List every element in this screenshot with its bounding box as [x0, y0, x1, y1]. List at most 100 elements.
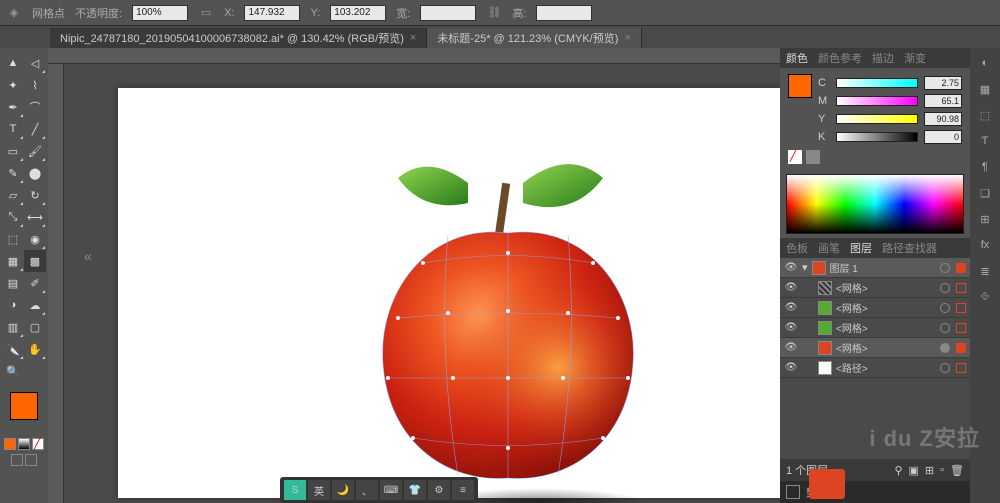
target-icon[interactable] [940, 303, 950, 313]
layer-item[interactable]: 👁<网格> [780, 338, 970, 358]
target-icon[interactable] [940, 323, 950, 333]
artboard-tool[interactable]: ▢ [24, 316, 46, 338]
paintbrush-tool[interactable]: 🖌 [24, 140, 46, 162]
zoom-tool[interactable]: 🔍 [2, 360, 24, 382]
tab-color-guide[interactable]: 颜色参考 [818, 50, 862, 66]
layer-item[interactable]: 👁<网格> [780, 278, 970, 298]
blend-tool[interactable]: ◑ [2, 294, 24, 316]
type-tool[interactable]: T [2, 118, 24, 140]
disclosure-icon[interactable]: ▾ [802, 261, 808, 274]
panel-icon[interactable]: ◐ [976, 54, 994, 72]
y-input[interactable] [924, 112, 962, 126]
pen-tool[interactable]: ✒ [2, 96, 24, 118]
tab-pathfinder[interactable]: 路径查找器 [882, 240, 937, 256]
panel-icon[interactable]: ⬚ [976, 106, 994, 124]
link-wh-icon[interactable]: ⛓ [486, 5, 502, 21]
c-input[interactable] [924, 76, 962, 90]
visibility-icon[interactable]: 👁 [784, 261, 798, 275]
panel-icon[interactable]: ▦ [976, 80, 994, 98]
target-icon[interactable] [940, 283, 950, 293]
blob-tool[interactable]: ⬤ [24, 162, 46, 184]
k-slider[interactable] [836, 132, 918, 142]
h-input[interactable] [536, 5, 592, 21]
close-icon[interactable]: × [410, 32, 416, 44]
m-slider[interactable] [836, 96, 918, 106]
preview-thumb[interactable] [809, 469, 845, 499]
y-input[interactable] [330, 5, 386, 21]
tab-document-2[interactable]: 未标题-25* @ 121.23% (CMYK/预览)× [427, 28, 642, 48]
locate-icon[interactable]: ⚲ [894, 464, 902, 477]
fill-stroke-swatch[interactable]: ╱ [2, 388, 46, 468]
none-mode-icon[interactable]: ╱ [32, 438, 44, 450]
none-swatch[interactable]: ╱ [788, 150, 802, 164]
tab-swatches[interactable]: 色板 [786, 240, 808, 256]
rotate-tool[interactable]: ↻ [24, 184, 46, 206]
w-input[interactable] [420, 5, 476, 21]
ime-punct-icon[interactable]: 🌙 [332, 480, 354, 500]
ime-lang[interactable]: 英 [308, 480, 330, 500]
draw-mode-icon[interactable] [25, 454, 37, 466]
screen-mode-icon[interactable] [11, 454, 23, 466]
width-tool[interactable]: ⟷ [24, 206, 46, 228]
panel-icon[interactable]: ⊞ [976, 210, 994, 228]
lasso-tool[interactable]: ⌇ [24, 74, 46, 96]
direct-selection-tool[interactable]: ◁ [24, 52, 46, 74]
ime-logo-icon[interactable]: S [284, 480, 306, 500]
panel-icon[interactable]: ≣ [976, 262, 994, 280]
make-clip-icon[interactable]: ▣ [909, 464, 919, 477]
hand-tool[interactable]: ✋ [24, 338, 46, 360]
graph-tool[interactable]: ▥ [2, 316, 24, 338]
collapse-icon[interactable]: « [84, 248, 92, 264]
registration-swatch[interactable] [806, 150, 820, 164]
new-layer-icon[interactable]: ▫ [940, 464, 944, 476]
tab-layers[interactable]: 图层 [850, 240, 872, 256]
ime-dot[interactable]: 、 [356, 480, 378, 500]
symbol-tool[interactable]: ☁ [24, 294, 46, 316]
panel-icon[interactable]: ¶ [976, 158, 994, 176]
curvature-tool[interactable]: ⌒ [24, 96, 46, 118]
ime-keyboard-icon[interactable]: ⌨ [380, 480, 402, 500]
panel-icon[interactable]: fx [976, 236, 994, 254]
tab-brushes[interactable]: 画笔 [818, 240, 840, 256]
eraser-tool[interactable]: ▱ [2, 184, 24, 206]
visibility-icon[interactable]: 👁 [784, 341, 798, 355]
gradient-tool[interactable]: ▤ [2, 272, 24, 294]
new-sublayer-icon[interactable]: ⊞ [925, 464, 934, 477]
ime-menu-icon[interactable]: ≡ [452, 480, 474, 500]
selection-tool[interactable]: ▲ [2, 52, 24, 74]
visibility-icon[interactable]: 👁 [784, 321, 798, 335]
apple-artwork[interactable] [368, 153, 648, 493]
pencil-tool[interactable]: ✎ [2, 162, 24, 184]
layer-item[interactable]: 👁<路径> [780, 358, 970, 378]
fill-swatch[interactable] [10, 392, 38, 420]
slice-tool[interactable]: 🔪 [2, 338, 24, 360]
visibility-icon[interactable]: 👁 [784, 281, 798, 295]
opacity-input[interactable] [132, 5, 188, 21]
tab-stroke[interactable]: 描边 [872, 50, 894, 66]
target-icon[interactable] [940, 363, 950, 373]
visibility-icon[interactable]: 👁 [784, 301, 798, 315]
m-input[interactable] [924, 94, 962, 108]
style-icon[interactable]: ▭ [198, 5, 214, 21]
rectangle-tool[interactable]: ▭ [2, 140, 24, 162]
perspective-tool[interactable]: ▦ [2, 250, 24, 272]
c-slider[interactable] [836, 78, 918, 88]
ruler-horizontal[interactable] [48, 48, 780, 64]
delete-layer-icon[interactable]: 🗑 [950, 464, 964, 477]
tab-color[interactable]: 颜色 [786, 50, 808, 66]
tab-gradient[interactable]: 渐变 [904, 50, 926, 66]
mesh-tool[interactable]: ▩ [24, 250, 46, 272]
target-icon[interactable] [940, 343, 950, 353]
panel-icon[interactable]: Ƭ [976, 132, 994, 150]
panel-icon[interactable]: ❏ [976, 184, 994, 202]
ime-settings-icon[interactable]: ⚙ [428, 480, 450, 500]
clip-icon[interactable] [786, 485, 800, 499]
x-input[interactable] [244, 5, 300, 21]
color-swatch[interactable] [788, 74, 812, 98]
color-mode-icon[interactable] [4, 438, 16, 450]
layer-item[interactable]: 👁<网格> [780, 318, 970, 338]
panel-icon[interactable]: ⟐ [976, 288, 994, 306]
target-icon[interactable] [940, 263, 950, 273]
magic-wand-tool[interactable]: ✦ [2, 74, 24, 96]
gradient-mode-icon[interactable] [18, 438, 30, 450]
